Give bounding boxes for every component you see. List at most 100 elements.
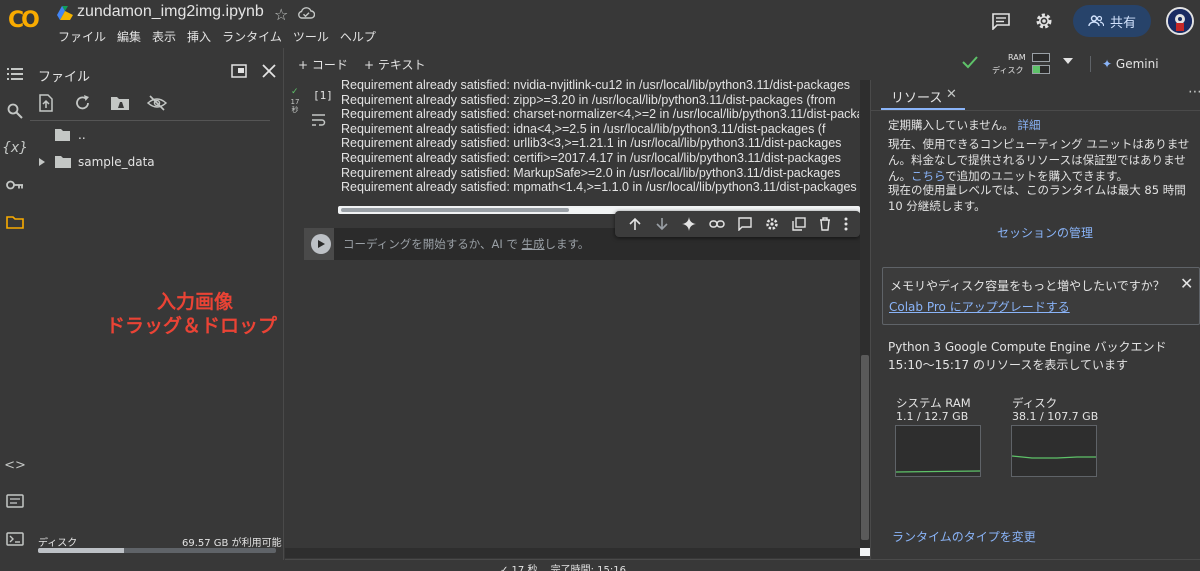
- refresh-icon[interactable]: [73, 94, 93, 112]
- share-button[interactable]: 共有: [1073, 5, 1151, 37]
- delete-icon[interactable]: [819, 217, 831, 231]
- cell-toolbar: [615, 211, 860, 237]
- folder-icon[interactable]: [5, 212, 25, 232]
- ram-usage-line: [896, 470, 980, 473]
- add-code-button[interactable]: + コード: [298, 56, 348, 73]
- notebook-title[interactable]: zundamon_img2img.ipynb: [77, 3, 264, 21]
- people-icon: [1088, 15, 1104, 27]
- disk-usage-fill: [38, 548, 124, 553]
- gear-icon[interactable]: [1034, 11, 1054, 31]
- disk-value: 38.1 / 107.7 GB: [1012, 410, 1099, 423]
- output-line: Requirement already satisfied: nvidia-nv…: [341, 78, 851, 92]
- close-icon[interactable]: ✕: [946, 87, 957, 102]
- ram-label: RAM: [1008, 53, 1026, 62]
- scroll-corner: [860, 548, 870, 556]
- file-name: sample_data: [78, 155, 155, 169]
- move-down-icon[interactable]: [655, 217, 669, 231]
- manage-sessions-link[interactable]: セッションの管理: [997, 224, 1093, 241]
- cell-output: Requirement already satisfied: nvidia-nv…: [341, 78, 859, 196]
- backend-name: Python 3 Google Compute Engine バックエンド: [888, 340, 1167, 354]
- file-row-parent[interactable]: ..: [36, 128, 86, 142]
- resources-divider: [871, 110, 1200, 111]
- open-in-tab-icon[interactable]: [231, 64, 247, 78]
- files-panel-title: ファイル: [38, 70, 91, 85]
- move-up-icon[interactable]: [628, 217, 642, 231]
- menu-bar: ファイル 編集 表示 挿入 ランタイム ツール ヘルプ: [58, 28, 376, 45]
- subscription-text: 定期購入していません。: [888, 118, 1014, 132]
- search-icon[interactable]: [5, 101, 25, 121]
- more-icon[interactable]: ⋯: [1188, 84, 1200, 100]
- info-line: ん。料金なしで提供されるリソースは保証型ではありませ: [888, 153, 1186, 167]
- command-palette-icon[interactable]: [5, 491, 25, 511]
- close-icon[interactable]: ✕: [1180, 274, 1193, 293]
- variables-icon[interactable]: {x}: [2, 138, 28, 158]
- colab-logo[interactable]: CO: [8, 8, 44, 34]
- generate-link[interactable]: 生成: [522, 237, 545, 251]
- close-icon[interactable]: [262, 64, 276, 78]
- disk-usage-graph: [1011, 425, 1097, 477]
- upgrade-question: メモリやディスク容量をもっと増やしたいですか？: [890, 279, 1165, 293]
- info-text: ん。: [888, 169, 911, 183]
- info-text: で追加のユニットを購入できます。: [945, 169, 1129, 183]
- avatar[interactable]: [1166, 7, 1194, 35]
- hide-icon[interactable]: [147, 94, 167, 112]
- upgrade-link[interactable]: Colab Pro にアップグレードする: [889, 298, 1070, 315]
- menu-runtime[interactable]: ランタイム: [222, 28, 282, 45]
- comment-icon[interactable]: [737, 217, 752, 231]
- menu-insert[interactable]: 挿入: [187, 28, 211, 45]
- ram-meter[interactable]: [1032, 53, 1050, 62]
- notebook-vscroll-thumb[interactable]: [861, 355, 869, 540]
- terminal-icon[interactable]: [5, 529, 25, 549]
- mirror-cell-icon[interactable]: [791, 217, 806, 231]
- files-divider: [30, 120, 270, 121]
- menu-tools[interactable]: ツール: [293, 28, 329, 45]
- disk-title: ディスク: [1012, 396, 1058, 410]
- notebook-hscroll[interactable]: [285, 548, 860, 558]
- disk-meter[interactable]: [1032, 65, 1050, 74]
- output-line: Requirement already satisfied: urllib3<3…: [341, 136, 842, 151]
- sparkle-icon[interactable]: [681, 217, 696, 231]
- code-placeholder[interactable]: コーディングを開始するか、AI で 生成します。: [343, 236, 589, 252]
- ram-title: システム RAM: [896, 396, 971, 410]
- upload-icon[interactable]: [36, 94, 56, 112]
- chevron-right-icon[interactable]: [36, 156, 48, 168]
- comment-icon[interactable]: [991, 12, 1011, 30]
- cell-success-icon: ✓: [291, 87, 299, 97]
- mount-drive-icon[interactable]: [110, 94, 130, 112]
- output-line: Requirement already satisfied: mpmath<1.…: [341, 180, 857, 195]
- menu-view[interactable]: 表示: [152, 28, 176, 45]
- gear-icon[interactable]: [765, 217, 779, 231]
- output-line: Requirement already satisfied: certifi>=…: [341, 150, 842, 165]
- output-line: Requirement already satisfied: charset-n…: [341, 107, 859, 122]
- change-runtime-type-link[interactable]: ランタイムのタイプを変更: [892, 528, 1036, 545]
- folder-open-icon: [55, 129, 70, 141]
- toc-icon[interactable]: [5, 64, 25, 84]
- status-text: ✓ 17 秒 完了時間: 15:16: [500, 565, 627, 571]
- tab-resources[interactable]: リソース: [891, 87, 942, 106]
- folder-icon: [55, 156, 71, 168]
- file-row-sample-data[interactable]: sample_data: [36, 155, 155, 169]
- output-actions-icon[interactable]: [311, 113, 327, 127]
- star-icon[interactable]: ☆: [274, 5, 288, 24]
- code-snippets-icon[interactable]: <>: [4, 455, 26, 475]
- chevron-down-icon[interactable]: [1063, 58, 1073, 64]
- output-line: Requirement already satisfied: zipp>=3.2…: [341, 92, 836, 107]
- menu-help[interactable]: ヘルプ: [340, 28, 376, 45]
- status-bar: [285, 559, 1200, 571]
- purchase-link[interactable]: こちら: [911, 169, 945, 183]
- more-vert-icon[interactable]: [844, 217, 848, 231]
- menu-file[interactable]: ファイル: [58, 28, 106, 45]
- menu-edit[interactable]: 編集: [117, 28, 141, 45]
- cloud-saved-icon[interactable]: [297, 6, 315, 19]
- connected-check-icon[interactable]: [962, 55, 978, 69]
- run-cell-button[interactable]: [311, 234, 331, 254]
- drive-icon[interactable]: [57, 6, 73, 20]
- info-line: 10 分継続します。: [888, 199, 986, 213]
- disk-free: 69.57 GB が利用可能: [182, 538, 282, 549]
- link-icon[interactable]: [708, 219, 725, 229]
- add-text-button[interactable]: + テキスト: [364, 56, 426, 73]
- output-hscroll-thumb[interactable]: [341, 208, 569, 212]
- gemini-button[interactable]: ✦ Gemini: [1102, 57, 1159, 71]
- details-link[interactable]: 詳細: [1017, 118, 1040, 132]
- key-icon[interactable]: [5, 175, 25, 195]
